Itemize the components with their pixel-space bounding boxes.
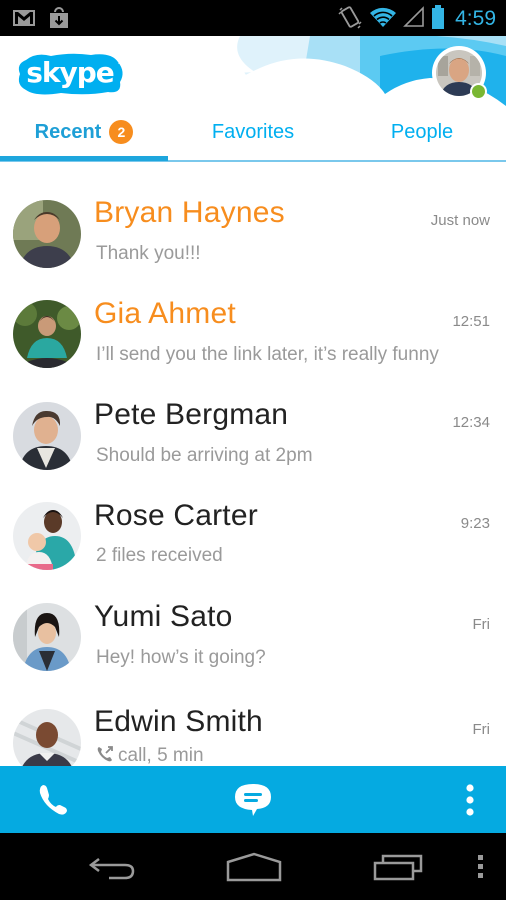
conversation-list[interactable]: Bryan Haynes Thank you!!! Just now Gia A… bbox=[0, 162, 506, 766]
message-time: 9:23 bbox=[460, 515, 490, 532]
gmail-icon bbox=[12, 8, 36, 32]
app-header: skype TM Recent 2 Favorites People bbox=[0, 36, 506, 162]
avatar bbox=[13, 300, 81, 368]
overflow-menu-icon bbox=[466, 783, 474, 816]
back-button[interactable] bbox=[70, 833, 154, 900]
chat-icon bbox=[235, 783, 271, 816]
battery-icon bbox=[431, 4, 445, 34]
cell-signal-icon bbox=[403, 5, 425, 33]
message-time: Fri bbox=[472, 616, 491, 633]
conversation-row[interactable]: Gia Ahmet I’ll send you the link later, … bbox=[0, 283, 506, 384]
conversation-row[interactable]: Edwin Smith call, 5 min Fri bbox=[0, 687, 506, 766]
menu-icon bbox=[478, 854, 483, 878]
message-time: 12:34 bbox=[452, 414, 490, 431]
overflow-menu-button[interactable] bbox=[440, 766, 500, 833]
vibrate-icon bbox=[337, 4, 363, 34]
last-message-text: call, 5 min bbox=[118, 745, 204, 766]
contact-name: Edwin Smith bbox=[94, 705, 263, 738]
avatar bbox=[13, 502, 81, 570]
recent-apps-button[interactable] bbox=[356, 833, 440, 900]
contact-name: Yumi Sato bbox=[94, 600, 233, 633]
recent-apps-icon bbox=[373, 854, 423, 880]
action-bar bbox=[0, 766, 506, 833]
last-message: Hey! how’s it going? bbox=[96, 647, 266, 668]
tab-bar: Recent 2 Favorites People bbox=[0, 112, 506, 158]
tab-recent[interactable]: Recent 2 bbox=[0, 112, 168, 152]
home-button[interactable] bbox=[212, 833, 296, 900]
tab-favorites-label: Favorites bbox=[211, 120, 295, 143]
skype-logo: skype TM bbox=[16, 50, 126, 102]
back-icon bbox=[88, 857, 135, 879]
conversation-row[interactable]: Pete Bergman Should be arriving at 2pm 1… bbox=[0, 384, 506, 485]
tab-people-label: People bbox=[390, 120, 454, 143]
last-message: I’ll send you the link later, it’s reall… bbox=[96, 344, 439, 365]
message-time: Fri bbox=[472, 721, 491, 738]
avatar bbox=[13, 709, 81, 766]
contact-name: Pete Bergman bbox=[94, 398, 289, 431]
call-icon bbox=[97, 746, 113, 762]
tab-people[interactable]: People bbox=[338, 112, 506, 152]
status-bar: 4:59 bbox=[0, 0, 506, 36]
home-icon bbox=[226, 852, 282, 881]
conversation-row[interactable]: Rose Carter 2 files received 9:23 bbox=[0, 485, 506, 586]
conversation-row[interactable]: Bryan Haynes Thank you!!! Just now bbox=[0, 182, 506, 283]
unread-count-badge: 2 bbox=[109, 120, 134, 144]
avatar bbox=[13, 402, 81, 470]
conversation-row[interactable]: Yumi Sato Hey! how’s it going? Fri bbox=[0, 586, 506, 687]
tab-recent-label: Recent bbox=[34, 120, 102, 143]
wifi-icon bbox=[369, 5, 397, 33]
last-message: Thank you!!! bbox=[96, 243, 201, 264]
system-nav-bar bbox=[0, 833, 506, 900]
last-message: 2 files received bbox=[96, 545, 223, 566]
presence-online-dot bbox=[470, 83, 487, 100]
svg-text:TM: TM bbox=[116, 59, 126, 66]
message-time: Just now bbox=[430, 212, 490, 229]
phone-icon bbox=[39, 784, 67, 815]
tab-favorites[interactable]: Favorites bbox=[168, 112, 338, 152]
last-message: call, 5 min bbox=[96, 745, 204, 766]
status-time: 4:59 bbox=[455, 7, 496, 30]
menu-button[interactable] bbox=[466, 833, 496, 900]
avatar bbox=[13, 200, 81, 268]
download-icon bbox=[48, 6, 70, 34]
contact-name: Gia Ahmet bbox=[94, 297, 236, 330]
contact-name: Rose Carter bbox=[94, 499, 258, 532]
new-chat-button[interactable] bbox=[200, 766, 306, 833]
last-message: Should be arriving at 2pm bbox=[96, 445, 313, 466]
skype-logo-text: skype bbox=[26, 56, 114, 89]
call-button[interactable] bbox=[0, 766, 108, 833]
active-tab-indicator bbox=[0, 156, 168, 161]
message-time: 12:51 bbox=[452, 313, 490, 330]
avatar bbox=[13, 603, 81, 671]
skype-app-screen: 4:59 skype TM Recent 2 Favorites People … bbox=[0, 0, 506, 900]
contact-name: Bryan Haynes bbox=[94, 196, 285, 229]
